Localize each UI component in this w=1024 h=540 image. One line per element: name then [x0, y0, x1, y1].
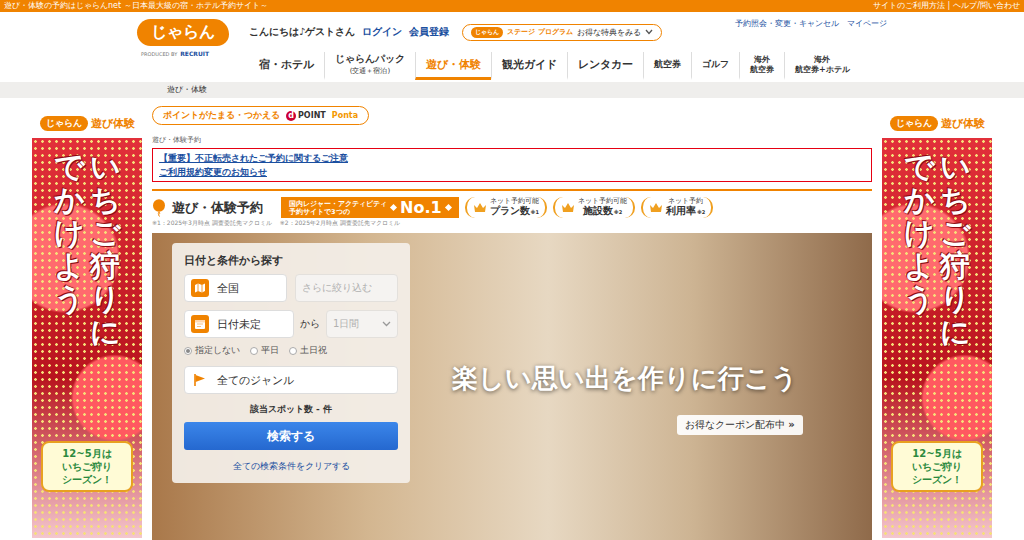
banner-headline: でかけよう: [904, 150, 934, 348]
top-link[interactable]: ヘルプ/問い合わせ: [953, 0, 1020, 12]
day-type-radio[interactable]: 指定しない: [184, 344, 240, 357]
account-link[interactable]: マイページ: [847, 18, 887, 29]
nav-item[interactable]: 航空券: [643, 52, 691, 80]
genre-button[interactable]: 全てのジャンル: [184, 366, 398, 394]
auth-link[interactable]: 会員登録: [409, 25, 449, 39]
award: ネット予約可能施設数※2: [553, 197, 635, 218]
crown-icon: [473, 202, 487, 213]
refine-field[interactable]: さらに絞り込む: [295, 274, 398, 302]
crown-icon: [649, 202, 663, 213]
flag-icon: [191, 371, 209, 389]
point-brand: dPOINT: [286, 111, 326, 121]
side-banner[interactable]: じゃらん遊び体験いちご狩りにでかけよう 12~5月はいちご狩りシーズン！: [32, 114, 142, 540]
nav-item[interactable]: 遊び・体験: [415, 52, 491, 80]
banner-bubble: 12~5月はいちご狩りシーズン！: [891, 441, 983, 492]
breadcrumb-item: 遊び・体験: [167, 85, 207, 94]
point-brand: Ponta: [332, 111, 358, 120]
spot-count: 該当スポット数 - 件: [184, 403, 398, 416]
day-type-group: 指定しない平日土日祝: [184, 344, 398, 357]
nav-item[interactable]: 海外航空券: [739, 52, 784, 80]
top-links: サイトのご利用方法|ヘルプ/問い合わせ: [873, 0, 1020, 12]
day-type-radio[interactable]: 土日祝: [289, 344, 327, 357]
page-title: 遊び・体験予約: [172, 199, 263, 217]
chevron-down-icon: [382, 321, 391, 327]
header: じゃらん PRODUCED BYRECRUIT こんにちは♪ゲストさんログイン会員登…: [0, 12, 1024, 82]
coupon-button[interactable]: お得なクーポン配布中 »: [677, 415, 803, 435]
date-button[interactable]: 日付未定: [184, 310, 294, 338]
strawberry-banner[interactable]: いちご狩りにでかけよう 12~5月はいちご狩りシーズン！: [882, 138, 992, 538]
notice-link[interactable]: ご利用規約変更のお知らせ: [159, 165, 865, 179]
tagline: 遊び・体験の予約はじゃらんnet ～日本最大級の宿・ホテル予約サイト～: [4, 0, 268, 12]
logo-credit: PRODUCED BYRECRUIT: [137, 50, 209, 57]
stage-program-button[interactable]: じゃらんステージ プログラムお得な特典をみる: [462, 24, 661, 41]
logo-mark[interactable]: じゃらん: [137, 19, 229, 46]
nav-item[interactable]: じゃらんパック(交通＋宿泊): [324, 52, 415, 80]
from-label: から: [300, 317, 320, 331]
no1-banner: 国内レジャー・アクティビティ予約サイトで3つのNo.1ネット予約可能プラン数※1…: [281, 197, 713, 218]
account-link[interactable]: 予約照会・変更・キャンセル: [735, 18, 839, 29]
nav-item[interactable]: 宿・ホテル: [249, 52, 324, 80]
award: ネット予約可能プラン数※1: [465, 197, 547, 218]
map-icon: [191, 279, 209, 297]
nav-item[interactable]: 観光ガイド: [491, 52, 567, 80]
hero-caption: 楽しい思い出を作りに行こう: [452, 361, 798, 396]
calendar-icon: [191, 315, 209, 333]
main-content: ポイントがたまる・つかえるdPOINTPonta遊び・体験予約【重要】不正転売さ…: [152, 98, 872, 540]
separator: |: [948, 0, 951, 12]
auth-link[interactable]: ログイン: [362, 25, 402, 39]
nav-item[interactable]: レンタカー: [567, 52, 643, 80]
area-button[interactable]: 全国: [184, 274, 287, 302]
points-badge: ポイントがたまる・つかえるdPOINTPonta: [152, 106, 369, 125]
banner-headline: でかけよう: [54, 150, 84, 348]
banner-logo: じゃらん遊び体験: [882, 114, 992, 132]
greeting: こんにちは♪ゲストさん: [249, 25, 355, 39]
stage-brand: じゃらん: [471, 27, 503, 38]
banner-logo: じゃらん遊び体験: [32, 114, 142, 132]
footnotes: ※1：2025年3月時点 調査委託先マクロミル※2：2025年2月時点 調査委託…: [152, 219, 872, 228]
nav-item[interactable]: 海外航空券+ホテル: [784, 52, 860, 80]
day-type-radio[interactable]: 平日: [250, 344, 279, 357]
banner-headline: いちご狩りに: [940, 150, 970, 348]
banner-headline: いちご狩りに: [90, 150, 120, 348]
top-bar: 遊び・体験の予約はじゃらんnet ～日本最大級の宿・ホテル予約サイト～ サイトのご…: [0, 0, 1024, 12]
duration-select[interactable]: 1日間: [326, 310, 398, 338]
search-panel: 日付と条件から探す全国さらに絞り込む日付未定から1日間指定しない平日土日祝全ての…: [172, 243, 410, 483]
balloon-icon: [152, 199, 166, 217]
logo[interactable]: じゃらん PRODUCED BYRECRUIT: [137, 12, 249, 82]
search-button[interactable]: 検索する: [184, 422, 398, 450]
page: 遊び・体験の予約はじゃらんnet ～日本最大級の宿・ホテル予約サイト～ サイトのご…: [0, 0, 1024, 540]
main-nav: 宿・ホテルじゃらんパック(交通＋宿泊)遊び・体験観光ガイドレンタカー航空券ゴルフ…: [249, 52, 887, 80]
banner-bubble: 12~5月はいちご狩りシーズン！: [41, 441, 133, 492]
clear-link[interactable]: 全ての検索条件をクリアする: [184, 460, 398, 473]
search-title: 日付と条件から探す: [184, 253, 398, 268]
crown-icon: [561, 202, 575, 213]
notice-box: 【重要】不正転売されたご予約に関するご注意ご利用規約変更のお知らせ: [152, 148, 872, 182]
strawberry-banner[interactable]: いちご狩りにでかけよう 12~5月はいちご狩りシーズン！: [32, 138, 142, 538]
breadcrumb: 遊び・体験: [0, 82, 1024, 98]
hero-banner: 楽しい思い出を作りに行こうお得なクーポン配布中 » 日付と条件から探す全国さらに絞…: [152, 233, 872, 540]
side-banner[interactable]: じゃらん遊び体験いちご狩りにでかけよう 12~5月はいちご狩りシーズン！: [882, 114, 992, 540]
nav-item[interactable]: ゴルフ: [691, 52, 739, 80]
top-link[interactable]: サイトのご利用方法: [873, 0, 945, 12]
award: ネット予約利用率※2: [641, 197, 713, 218]
notice-link[interactable]: 【重要】不正転売されたご予約に関するご注意: [159, 151, 865, 165]
chevron-down-icon: [645, 29, 653, 35]
section-label: 遊び・体験予約: [152, 135, 872, 145]
